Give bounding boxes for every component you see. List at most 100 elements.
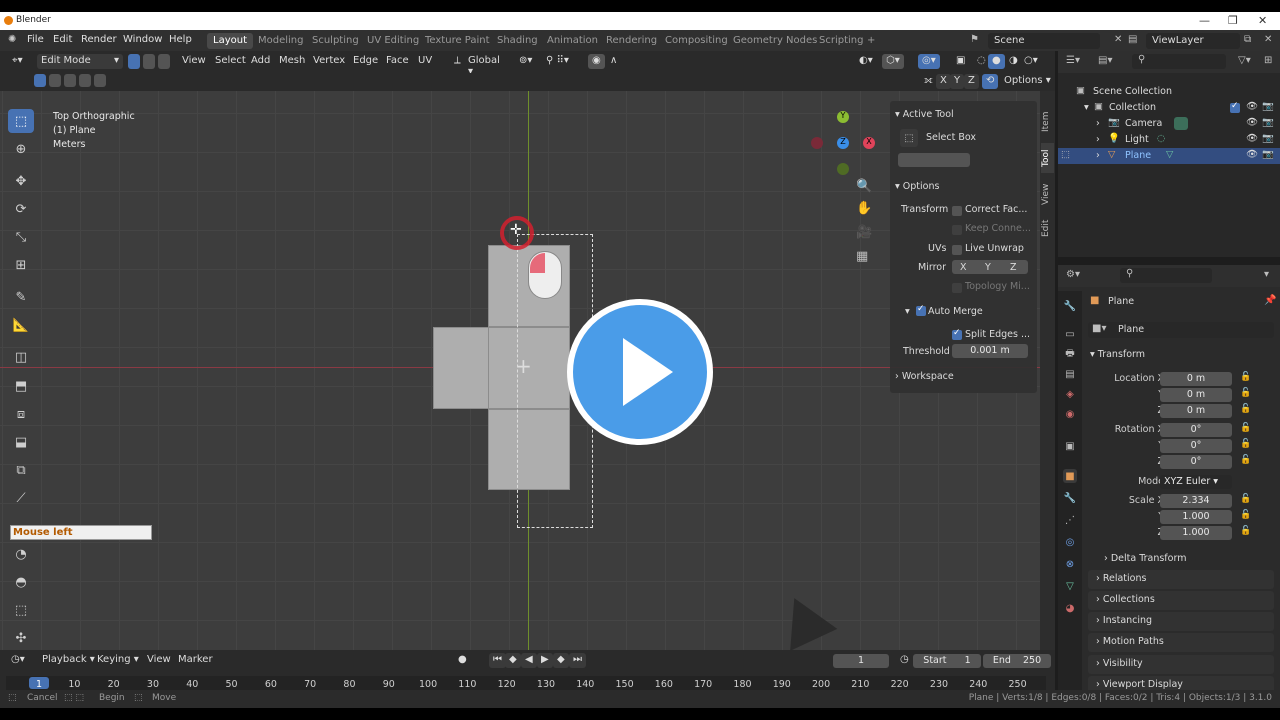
- mirror-z-toggle[interactable]: Z: [1010, 262, 1017, 273]
- menu-edge[interactable]: Edge: [349, 54, 382, 69]
- auto-merge-expand-icon[interactable]: ▾: [905, 306, 910, 317]
- menu-view[interactable]: View: [178, 54, 210, 69]
- axis-y-toggle[interactable]: Y: [950, 74, 965, 89]
- mesh-face-left[interactable]: [433, 327, 489, 409]
- view-layer-tab-icon[interactable]: ▤: [1063, 367, 1077, 381]
- start-frame-field[interactable]: Start 1: [913, 654, 981, 668]
- eye-icon[interactable]: 👁: [1246, 149, 1258, 160]
- section-relations[interactable]: › Relations: [1088, 570, 1274, 589]
- tab-texture-paint[interactable]: Texture Paint: [419, 33, 496, 49]
- tab-sculpting[interactable]: Sculpting: [306, 33, 365, 49]
- edge-select-icon[interactable]: [143, 54, 155, 69]
- lock-icon[interactable]: 🔓: [1240, 439, 1251, 449]
- falloff-icon[interactable]: ∧: [606, 54, 621, 69]
- workspace-header[interactable]: › Workspace: [895, 371, 954, 382]
- render-tab-icon[interactable]: ▭: [1063, 327, 1077, 341]
- add-cube-tool-icon[interactable]: ◫: [8, 345, 34, 369]
- shrink-fatten-tool-icon[interactable]: ⬚: [8, 598, 34, 622]
- next-keyframe-icon[interactable]: ◆: [553, 653, 569, 668]
- orientation-selector[interactable]: Global ▾: [464, 54, 512, 77]
- solid-shading-icon[interactable]: ●: [988, 54, 1005, 69]
- outliner-row-camera[interactable]: › 📷 Camera 👁 📷: [1058, 116, 1280, 132]
- axis-x-toggle[interactable]: X: [936, 74, 951, 89]
- rotation-y-field[interactable]: 0°: [1160, 439, 1232, 453]
- scale-tool-icon[interactable]: ⤡: [8, 225, 34, 249]
- menu-help[interactable]: Help: [169, 34, 192, 45]
- location-z-field[interactable]: 0 m: [1160, 404, 1232, 418]
- select-box-tool-icon[interactable]: ⬚: [8, 109, 34, 133]
- options-header[interactable]: ▾ Options: [895, 181, 939, 192]
- lock-icon[interactable]: 🔓: [1240, 526, 1251, 536]
- pin-icon[interactable]: 📌: [1264, 295, 1276, 306]
- gizmo-y-axis[interactable]: Y: [837, 111, 849, 123]
- select-mode-new-icon[interactable]: [34, 74, 46, 87]
- properties-search-input[interactable]: ⚲: [1120, 268, 1212, 283]
- transform-panel-header[interactable]: ▾ Transform: [1090, 349, 1145, 360]
- mirror-y-toggle[interactable]: Y: [985, 262, 991, 273]
- inset-tool-icon[interactable]: ⧈: [8, 402, 34, 426]
- scale-z-field[interactable]: 1.000: [1160, 526, 1232, 540]
- particles-tab-icon[interactable]: ⋰: [1063, 513, 1077, 527]
- timeline-editor-icon[interactable]: ◷▾: [7, 653, 29, 668]
- axis-z-toggle[interactable]: Z: [964, 74, 979, 89]
- auto-normalize-icon[interactable]: ⟲: [982, 74, 999, 89]
- outliner-row-scene-collection[interactable]: ▣ Scene Collection: [1058, 84, 1280, 100]
- gizmo-neg-x-axis[interactable]: [811, 137, 823, 149]
- lock-icon[interactable]: 🔓: [1240, 494, 1251, 504]
- rotate-tool-icon[interactable]: ⟳: [8, 197, 34, 221]
- menu-face[interactable]: Face: [382, 54, 413, 69]
- end-frame-field[interactable]: End 250: [983, 654, 1051, 668]
- eye-icon[interactable]: 👁: [1246, 117, 1258, 128]
- gizmo-x-axis[interactable]: X: [863, 137, 875, 149]
- section-instancing[interactable]: › Instancing: [1088, 612, 1274, 631]
- rotation-x-field[interactable]: 0°: [1160, 423, 1232, 437]
- physics-tab-icon[interactable]: ◎: [1063, 535, 1077, 549]
- view-layer-selector[interactable]: ViewLayer: [1146, 33, 1240, 49]
- scale-x-field[interactable]: 2.334: [1160, 494, 1232, 508]
- world-tab-icon[interactable]: ◉: [1063, 407, 1077, 421]
- material-tab-icon[interactable]: ◕: [1063, 601, 1077, 615]
- lock-icon[interactable]: 🔓: [1240, 404, 1251, 414]
- location-x-field[interactable]: 0 m: [1160, 372, 1232, 386]
- minimize-icon[interactable]: —: [1199, 14, 1210, 27]
- render-camera-icon[interactable]: 📷: [1262, 117, 1274, 128]
- section-visibility[interactable]: › Visibility: [1088, 655, 1274, 674]
- lock-icon[interactable]: 🔓: [1240, 372, 1251, 382]
- render-camera-icon[interactable]: 📷: [1262, 133, 1274, 144]
- lock-icon[interactable]: 🔓: [1240, 455, 1251, 465]
- knife-tool-icon[interactable]: ⟋: [8, 486, 34, 510]
- tab-view[interactable]: View: [1041, 179, 1054, 209]
- outliner-row-collection[interactable]: ▾ ▣ Collection 👁 📷: [1058, 100, 1280, 116]
- live-unwrap-checkbox[interactable]: [952, 245, 962, 255]
- pivot-icon[interactable]: ⊚▾: [515, 54, 536, 69]
- pan-hand-icon[interactable]: ✋: [856, 201, 872, 216]
- tab-compositing[interactable]: Compositing: [659, 33, 734, 49]
- display-mode-icon[interactable]: ▤▾: [1098, 55, 1112, 66]
- jump-start-icon[interactable]: ⏮: [489, 653, 506, 668]
- jump-end-icon[interactable]: ⏭: [569, 653, 586, 668]
- mesh-data-icon[interactable]: ▽: [1166, 149, 1173, 160]
- select-mode-row[interactable]: [898, 153, 970, 167]
- extrude-tool-icon[interactable]: ⬒: [8, 374, 34, 398]
- menu-render[interactable]: Render: [81, 34, 117, 45]
- outliner-editor-icon[interactable]: ☰▾: [1066, 55, 1080, 66]
- outliner-search-input[interactable]: ⚲: [1132, 54, 1226, 69]
- tab-modeling[interactable]: Modeling: [252, 33, 310, 49]
- light-data-icon[interactable]: ◌: [1157, 133, 1165, 144]
- menu-mesh[interactable]: Mesh: [275, 54, 309, 69]
- zoom-icon[interactable]: 🔍: [856, 179, 872, 194]
- menu-vertex[interactable]: Vertex: [309, 54, 349, 69]
- gizmo-icon[interactable]: ⬡▾: [882, 54, 904, 69]
- section-collections[interactable]: › Collections: [1088, 591, 1274, 610]
- expand-icon[interactable]: ›: [1096, 150, 1100, 161]
- vertex-select-icon[interactable]: [128, 54, 140, 69]
- menu-file[interactable]: File: [27, 34, 44, 45]
- expand-icon[interactable]: ›: [1096, 134, 1100, 145]
- cursor-tool-icon[interactable]: ⊕: [8, 137, 34, 161]
- auto-merge-checkbox[interactable]: [916, 304, 926, 316]
- tab-geometry-nodes[interactable]: Geometry Nodes: [727, 33, 823, 49]
- navigation-gizmo[interactable]: Y X Z: [810, 109, 880, 179]
- tab-shading[interactable]: Shading: [491, 33, 544, 49]
- collection-exclude-checkbox[interactable]: [1230, 101, 1240, 113]
- tab-rendering[interactable]: Rendering: [600, 33, 663, 49]
